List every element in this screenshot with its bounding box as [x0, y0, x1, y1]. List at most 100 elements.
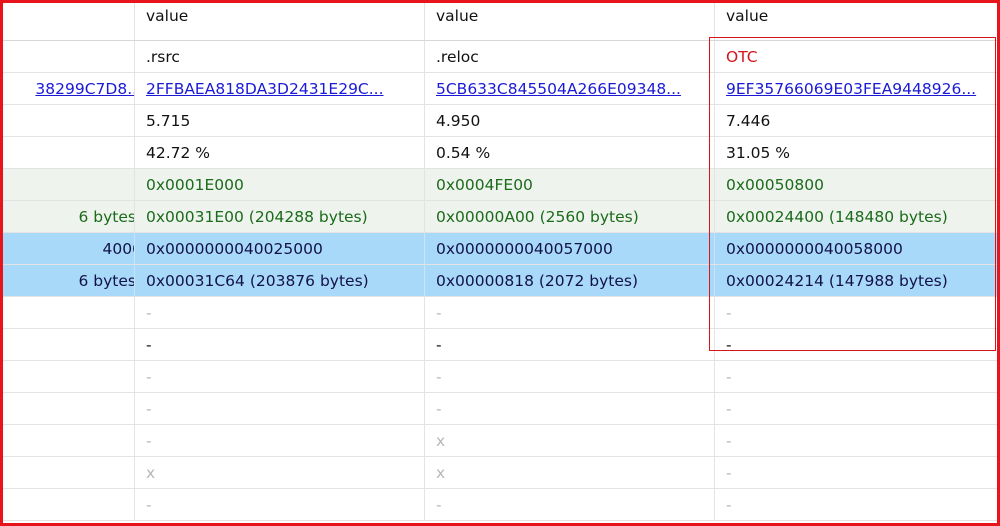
table-cell-col2[interactable]: - — [425, 489, 715, 520]
cell-value: - — [726, 432, 732, 450]
table-cell-col1[interactable]: - — [135, 425, 425, 456]
table-cell-col1[interactable]: 42.72 % — [135, 137, 425, 168]
table-row[interactable]: 42.72 % 0.54 % 31.05 % — [0, 137, 1000, 169]
cell-value: - — [436, 336, 442, 354]
table-cell-col0[interactable]: 4000 — [0, 233, 135, 264]
cell-value: - — [146, 368, 152, 386]
table-cell-col1[interactable]: - — [135, 329, 425, 360]
table-row[interactable]: xx- — [0, 457, 1000, 489]
table-cell-col2[interactable]: x — [425, 457, 715, 488]
header-cell-value-1[interactable]: value — [135, 0, 425, 40]
table-row[interactable]: --- — [0, 393, 1000, 425]
hash-link[interactable]: 5CB633C845504A266E09348... — [436, 80, 681, 98]
table-row[interactable]: --- — [0, 361, 1000, 393]
table-cell-col3[interactable]: - — [715, 489, 1000, 520]
header-cell-value-2[interactable]: value — [425, 0, 715, 40]
table-cell-col0[interactable] — [0, 329, 135, 360]
table-cell-col2[interactable]: 0x00000818 (2072 bytes) — [425, 265, 715, 296]
table-cell-col0[interactable] — [0, 137, 135, 168]
hash-link[interactable]: 38299C7D8... — [35, 73, 134, 104]
table-cell-col0: 38299C7D8... — [0, 73, 135, 104]
cell-value: - — [436, 496, 442, 514]
table-cell-col3[interactable]: - — [715, 361, 1000, 392]
cell-value: 0x0004FE00 — [436, 176, 533, 194]
cell-value: - — [146, 432, 152, 450]
table-cell-col2[interactable]: - — [425, 361, 715, 392]
table-cell-col0[interactable] — [0, 393, 135, 424]
table-cell-col2[interactable]: 4.950 — [425, 105, 715, 136]
table-cell-col2[interactable]: - — [425, 297, 715, 328]
table-row[interactable]: --- — [0, 329, 1000, 361]
cell-value: x — [436, 464, 446, 482]
cell-value: 31.05 % — [726, 144, 791, 162]
cell-value: 6 bytes) — [78, 272, 134, 290]
cell-value: 0x00050800 — [726, 176, 824, 194]
header-cell-value-3[interactable]: value — [715, 0, 1000, 40]
table-cell-col3[interactable]: OTC — [715, 41, 1000, 72]
table-cell-col1[interactable]: - — [135, 361, 425, 392]
table-cell-col0[interactable] — [0, 489, 135, 520]
table-cell-col2[interactable]: - — [425, 329, 715, 360]
table-cell-col0[interactable]: 6 bytes) — [0, 201, 135, 232]
table-cell-col1[interactable]: 0x00031E00 (204288 bytes) — [135, 201, 425, 232]
table-cell-col3[interactable]: 31.05 % — [715, 137, 1000, 168]
table-cell-col0[interactable] — [0, 169, 135, 200]
table-cell-col2[interactable]: 0x0004FE00 — [425, 169, 715, 200]
table-cell-col3[interactable]: 7.446 — [715, 105, 1000, 136]
table-cell-col0[interactable] — [0, 41, 135, 72]
cell-value: .reloc — [436, 48, 479, 66]
table-cell-col2[interactable]: 0x00000A00 (2560 bytes) — [425, 201, 715, 232]
table-cell-col2[interactable]: x — [425, 425, 715, 456]
table-cell-col0[interactable] — [0, 425, 135, 456]
cell-value: - — [726, 368, 732, 386]
table-cell-col1[interactable]: - — [135, 489, 425, 520]
table-row[interactable]: 0x0001E000 0x0004FE00 0x00050800 — [0, 169, 1000, 201]
table-row[interactable]: .rsrc .reloc OTC — [0, 41, 1000, 73]
table-cell-col3[interactable]: - — [715, 457, 1000, 488]
table-cell-col3[interactable]: 0x00024400 (148480 bytes) — [715, 201, 1000, 232]
table-cell-col3[interactable]: - — [715, 297, 1000, 328]
table-cell-col1[interactable]: 5.715 — [135, 105, 425, 136]
table-cell-col3[interactable]: - — [715, 329, 1000, 360]
cell-value: 6 bytes) — [78, 208, 134, 226]
cell-value: 0x00024400 (148480 bytes) — [726, 208, 948, 226]
table-cell-col1[interactable]: x — [135, 457, 425, 488]
cell-value: - — [726, 496, 732, 514]
table-cell-col0[interactable] — [0, 105, 135, 136]
table-cell-col2[interactable]: .reloc — [425, 41, 715, 72]
table-cell-col1[interactable]: - — [135, 393, 425, 424]
table-row[interactable]: 38299C7D8... 2FFBAEA818DA3D2431E29C... 5CB… — [0, 73, 1000, 105]
table-row[interactable]: 6 bytes) 0x00031E00 (204288 bytes) 0x00000… — [0, 201, 1000, 233]
table-cell-col3[interactable]: - — [715, 393, 1000, 424]
table-cell-col1[interactable]: 0x0001E000 — [135, 169, 425, 200]
hash-link[interactable]: 2FFBAEA818DA3D2431E29C... — [146, 80, 384, 98]
table-cell-col1[interactable]: 0x0000000040025000 — [135, 233, 425, 264]
table-cell-col2[interactable]: 0.54 % — [425, 137, 715, 168]
table-cell-col3[interactable]: 0x0000000040058000 — [715, 233, 1000, 264]
table-cell-col3[interactable]: 0x00050800 — [715, 169, 1000, 200]
table-cell-col0[interactable] — [0, 297, 135, 328]
table-row[interactable]: --- — [0, 489, 1000, 521]
cell-value: x — [146, 464, 156, 482]
table-row[interactable]: 4000 0x0000000040025000 0x0000000040057000… — [0, 233, 1000, 265]
hash-link[interactable]: 9EF35766069E03FEA9448926... — [726, 80, 976, 98]
header-cell-0[interactable] — [0, 0, 135, 40]
table-row[interactable]: 6 bytes) 0x00031C64 (203876 bytes) 0x00000… — [0, 265, 1000, 297]
table-cell-col2[interactable]: 0x0000000040057000 — [425, 233, 715, 264]
cell-value: - — [146, 304, 152, 322]
table-cell-col1[interactable]: - — [135, 297, 425, 328]
table-row[interactable]: 5.715 4.950 7.446 — [0, 105, 1000, 137]
table-row[interactable]: -x- — [0, 425, 1000, 457]
table-cell-col1[interactable]: 0x00031C64 (203876 bytes) — [135, 265, 425, 296]
table-cell-col1[interactable]: .rsrc — [135, 41, 425, 72]
table-cell-col3[interactable]: 0x00024214 (147988 bytes) — [715, 265, 1000, 296]
cell-value: - — [726, 304, 732, 322]
table-cell-col2[interactable]: - — [425, 393, 715, 424]
table-cell-col0[interactable]: 6 bytes) — [0, 265, 135, 296]
cell-value: - — [436, 400, 442, 418]
cell-value: 0x0000000040058000 — [726, 240, 903, 258]
table-cell-col3[interactable]: - — [715, 425, 1000, 456]
table-cell-col0[interactable] — [0, 457, 135, 488]
table-row[interactable]: --- — [0, 297, 1000, 329]
table-cell-col0[interactable] — [0, 361, 135, 392]
